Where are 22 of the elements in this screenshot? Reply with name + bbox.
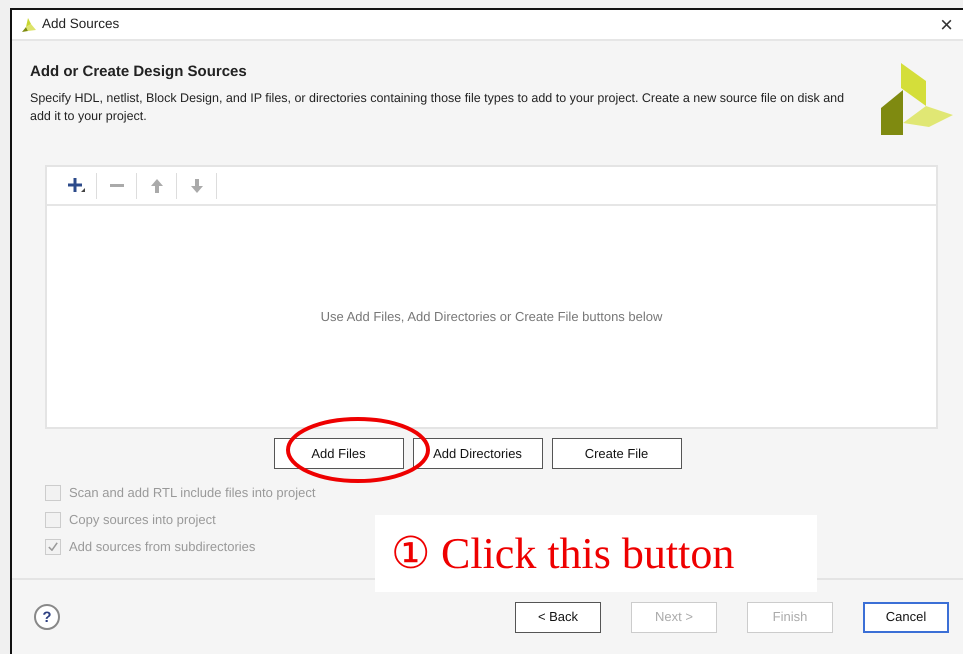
checkbox-label: Scan and add RTL include files into project [69, 484, 316, 502]
check-icon [48, 542, 58, 551]
cancel-button[interactable]: Cancel [863, 602, 949, 632]
logo-icon [20, 18, 36, 32]
up-arrow-icon [150, 178, 162, 192]
down-arrow-icon [190, 178, 202, 192]
section-title: Add or Create Design Sources [30, 63, 248, 81]
back-button[interactable]: < Back [515, 602, 601, 632]
checkbox-label: Copy sources into project [69, 510, 216, 529]
add-files-button[interactable]: Add Files [274, 438, 404, 469]
window-title: Add Sources [42, 15, 120, 34]
add-directories-button[interactable]: Add Directories [412, 438, 542, 469]
close-button[interactable]: × [938, 14, 955, 36]
empty-list-message: Use Add Files, Add Directories or Create File buttons below [320, 308, 662, 326]
help-button[interactable]: ? [34, 604, 60, 630]
create-file-button[interactable]: Create File [552, 438, 682, 469]
annotation-text: ① Click this button [391, 528, 734, 580]
add-icon [68, 178, 85, 194]
checkbox-label: Add sources from subdirectories [69, 538, 256, 556]
description-text: Specify HDL, netlist, Block Design, and IP files, or directories containing those file types to add to your project. Create a new source file on disk and add it to your project. [30, 90, 845, 125]
logo-icon [881, 63, 953, 135]
remove-icon [110, 184, 124, 187]
